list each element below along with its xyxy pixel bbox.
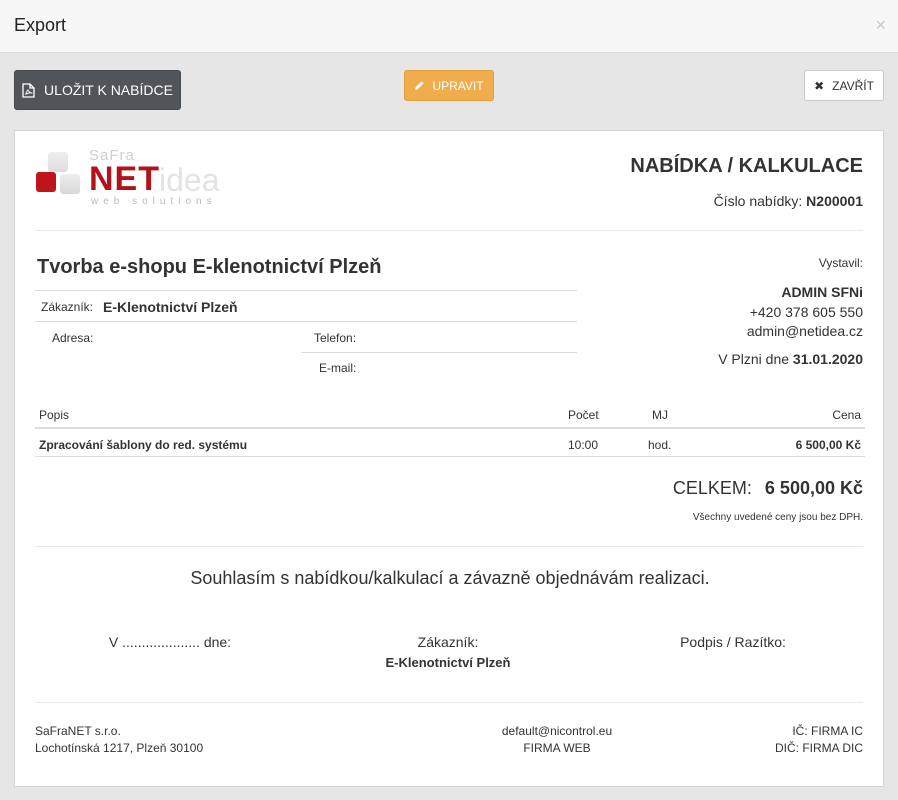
edit-button-label: UPRAVIT (432, 78, 484, 93)
logo-tagline: web solutions (91, 196, 217, 207)
column-header-description: Popis (39, 408, 70, 422)
footer-address: Lochotínská 1217, Plzeň 30100 (35, 741, 204, 755)
offer-number-label: Číslo nabídky: (713, 193, 803, 209)
item-price: 6 500,00 Kč (795, 438, 861, 452)
customer-info-table: Zákazník: E-Klenotnictví Plzeň Adresa: T… (35, 290, 577, 383)
customer-row: Zákazník: E-Klenotnictví Plzeň (35, 290, 577, 321)
close-button[interactable]: ✖ ZAVŘÍT (804, 70, 884, 101)
item-description: Zpracování šablony do red. systému (39, 438, 248, 452)
agreement-text: Souhlasím s nabídkou/kalkulací a závazně… (190, 568, 710, 588)
signature-customer-label: Zákazník: (417, 634, 479, 650)
offer-number-value: N200001 (806, 193, 863, 209)
issuer-name: ADMIN SFNi (781, 284, 863, 300)
close-button-label: ZAVŘÍT (832, 78, 874, 93)
issuer-email: admin@netidea.cz (746, 323, 863, 339)
footer-ids: IČ: FIRMA IC DIČ: FIRMA DIC (775, 723, 863, 757)
place-date-label: V .................... dne: (108, 634, 232, 650)
email-label: E-mail: (319, 361, 357, 375)
items-table-header: Popis Počet MJ Cena (35, 399, 865, 429)
customer-value: E-Klenotnictví Plzeň (103, 299, 238, 315)
footer-ic: IČ: FIRMA IC (792, 724, 863, 738)
save-to-offer-button[interactable]: ULOŽIT K NABÍDCE (14, 70, 181, 110)
divider (35, 230, 863, 231)
divider (301, 352, 577, 353)
issue-date-prefix: V Plzni dne (718, 351, 790, 367)
logo-idea: idea (159, 162, 220, 198)
stamp-label: Podpis / Razítko: (680, 634, 786, 650)
edit-button[interactable]: UPRAVIT (404, 70, 494, 101)
total-label: CELKEM: (672, 478, 752, 498)
company-logo: SaFra NET idea web solutions (36, 147, 246, 210)
divider (35, 702, 863, 703)
column-header-price: Cena (832, 408, 861, 422)
modal-title: Export (14, 15, 67, 35)
document-title: NABÍDKA / KALKULACE (630, 155, 863, 177)
footer-contact: default@nicontrol.eu FIRMA WEB (485, 723, 629, 757)
column-header-quantity: Počet (568, 408, 599, 422)
issuer-phone: +420 378 605 550 (749, 304, 863, 320)
footer-web: FIRMA WEB (523, 741, 591, 755)
save-button-label: ULOŽIT K NABÍDCE (44, 82, 173, 98)
project-title: Tvorba e-shopu E-klenotnictví Plzeň (37, 256, 382, 278)
footer-dic: DIČ: FIRMA DIC (774, 741, 863, 755)
address-label: Adresa: (52, 331, 94, 345)
offer-number: Číslo nabídky: N200001 (714, 193, 863, 209)
total-value: 6 500,00 Kč (764, 478, 863, 498)
logo-square (48, 152, 68, 172)
column-header-unit: MJ (652, 408, 668, 422)
close-icon[interactable]: × (875, 16, 886, 34)
footer-email: default@nicontrol.eu (501, 724, 613, 738)
divider (35, 546, 863, 547)
address-phone-row: Adresa: Telefon: (35, 321, 577, 352)
signature-stamp: Podpis / Razítko: (663, 634, 803, 650)
email-row: E-mail: (35, 352, 577, 383)
signature-customer: Zákazník: E-Klenotnictví Plzeň (358, 634, 538, 670)
customer-label: Zákazník: (41, 300, 94, 314)
items-table: Popis Počet MJ Cena Zpracování šablony d… (35, 399, 865, 457)
toolbar: ULOŽIT K NABÍDCE UPRAVIT ✖ ZAVŘÍT (0, 53, 898, 130)
phone-label: Telefon: (314, 331, 357, 345)
signature-place-date: V .................... dne: (95, 634, 245, 650)
offer-document: SaFra NET idea web solutions NABÍDKA / K… (14, 130, 884, 787)
footer-company-name: SaFraNET s.r.o. (35, 724, 121, 738)
pencil-icon (415, 81, 425, 90)
pdf-file-icon (22, 82, 35, 98)
issue-date: V Plzni dne 31.01.2020 (718, 351, 863, 367)
issue-date-value: 31.01.2020 (792, 351, 863, 367)
logo-square (60, 174, 80, 194)
modal-header: Export × (0, 0, 898, 53)
vat-note: Všechny uvedené ceny jsou bez DPH. (692, 512, 863, 523)
item-quantity: 10:00 (568, 438, 599, 452)
footer-company: SaFraNET s.r.o. Lochotínská 1217, Plzeň … (35, 723, 203, 757)
signature-customer-name: E-Klenotnictví Plzeň (385, 655, 511, 670)
issuer-label: Vystavil: (818, 256, 863, 270)
logo-net: NET (89, 160, 160, 198)
total: CELKEM: 6 500,00 Kč (673, 478, 863, 499)
item-unit: hod. (648, 438, 672, 452)
logo-square (36, 172, 56, 192)
table-row: Zpracování šablony do red. systému 10:00… (35, 429, 865, 457)
times-icon: ✖ (814, 78, 825, 93)
issuer-block: Vystavil: ADMIN SFNi +420 378 605 550 ad… (718, 256, 863, 367)
